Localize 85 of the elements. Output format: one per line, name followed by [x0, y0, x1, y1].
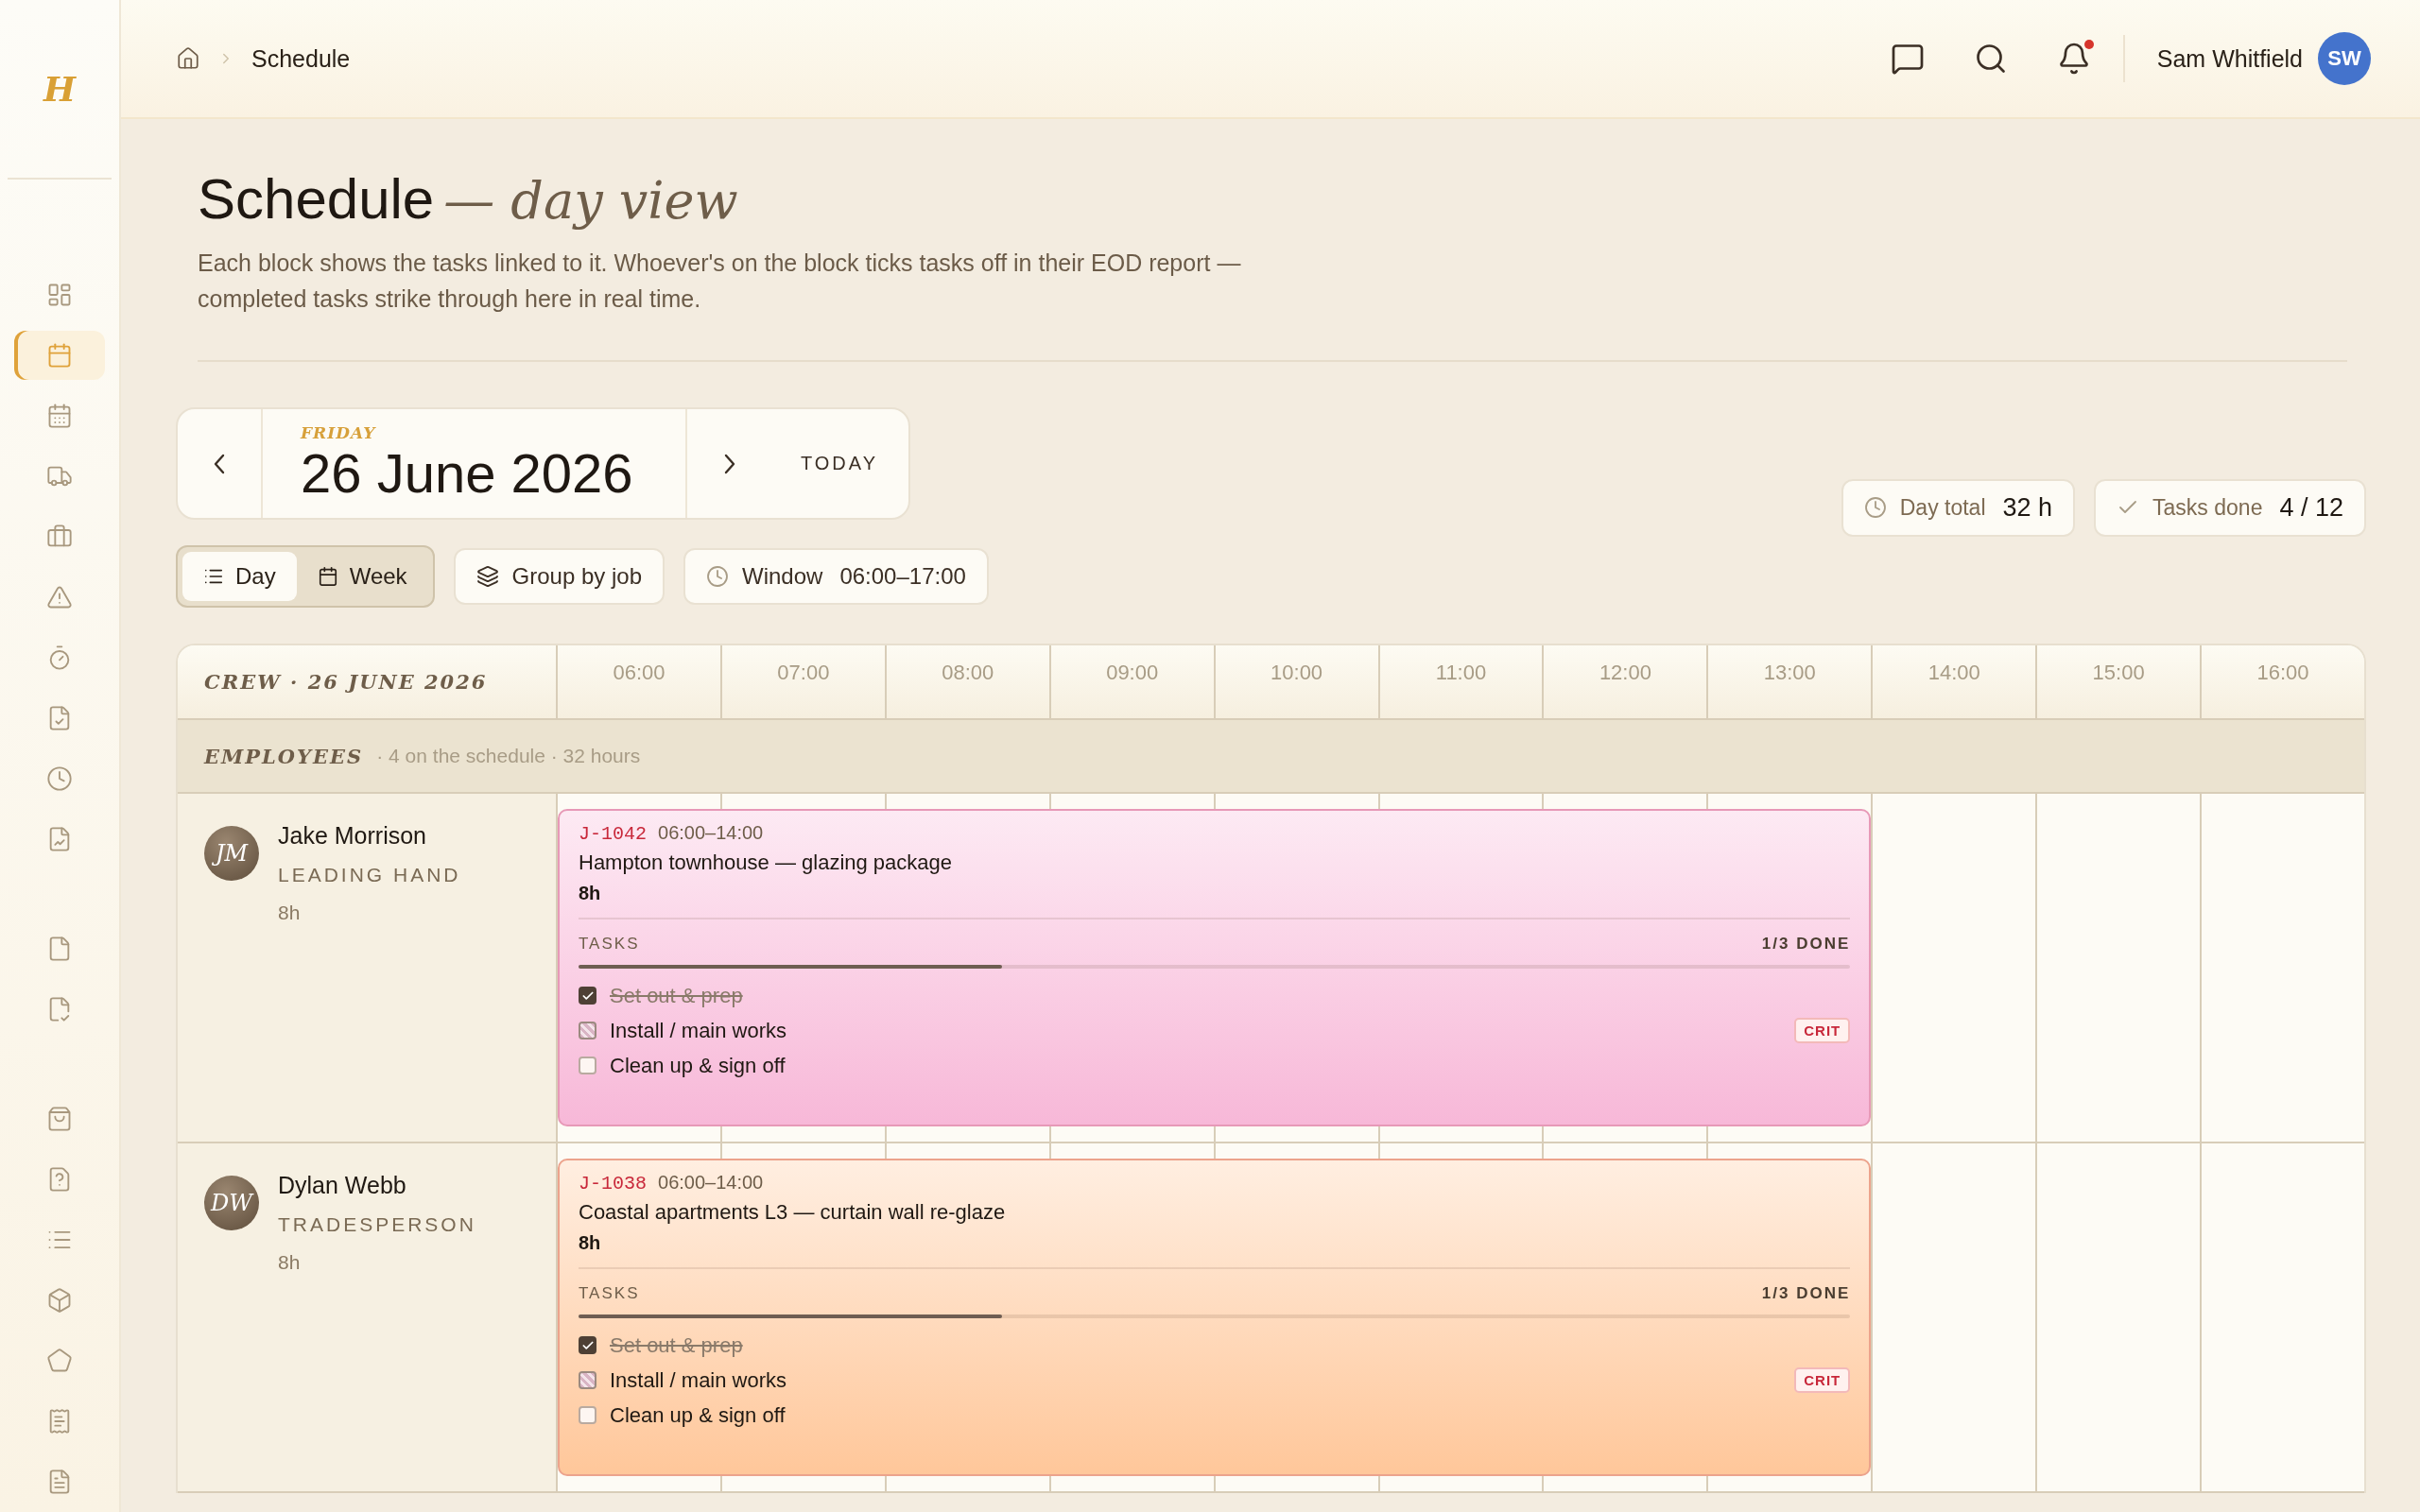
task-label: Clean up & sign off [610, 1402, 786, 1428]
job-hours: 8h [579, 883, 602, 904]
crew-avatar: JM [204, 826, 259, 881]
group-label: EMPLOYEES [204, 744, 364, 768]
weekday-label: FRIDAY [301, 422, 377, 442]
user-avatar[interactable]: SW [2318, 32, 2371, 85]
today-button[interactable]: TODAY [771, 409, 908, 518]
tasks-label: TASKS [579, 935, 640, 954]
job-id: J-1042 [579, 823, 647, 845]
task-checkbox[interactable] [579, 1022, 596, 1040]
hour-header: 10:00 [1213, 645, 1378, 718]
nav-icon [46, 1348, 73, 1374]
hour-header: 13:00 [1706, 645, 1872, 718]
crew-name: Dylan Webb [278, 1171, 407, 1200]
hour-header: 06:00 [556, 645, 720, 718]
group-summary: · 4 on the schedule · 32 hours [376, 745, 641, 767]
layers-icon [475, 565, 499, 588]
time-window-button[interactable]: Window 06:00–17:00 [683, 548, 989, 605]
hour-header: 15:00 [2035, 645, 2201, 718]
sidebar-item[interactable] [14, 331, 105, 380]
crew-role: LEADING HAND [278, 864, 461, 886]
job-time: 06:00–14:00 [658, 822, 764, 844]
task-label: Install / main works [610, 1018, 788, 1043]
nav-icon [46, 403, 73, 429]
crew-hours: 8h [278, 902, 302, 924]
user-name: Sam Whitfield [2156, 44, 2303, 73]
nav-icon [46, 282, 73, 308]
stat-value: 32 h [2002, 492, 2053, 523]
job-title: Coastal apartments L3 — curtain wall re-glaze [579, 1200, 1007, 1225]
job-time: 06:00–14:00 [658, 1172, 764, 1194]
breadcrumb-current: Schedule [251, 44, 351, 73]
home-icon[interactable] [176, 46, 200, 71]
hour-header: 08:00 [884, 645, 1049, 718]
hour-header: 12:00 [1542, 645, 1707, 718]
stat-label: Tasks done [2152, 494, 2263, 521]
hour-header: 11:00 [1377, 645, 1543, 718]
messages-button[interactable] [1890, 42, 1925, 76]
task-label: Set out & prep [610, 1332, 744, 1358]
task-label: Install / main works [610, 1367, 788, 1393]
task-checkbox[interactable] [579, 1057, 596, 1074]
nav-icon [46, 342, 73, 369]
hour-header: 16:00 [2200, 645, 2364, 718]
hour-header: 14:00 [1871, 645, 2036, 718]
job-block[interactable]: J-1038 06:00–14:00 Coastal apartments L3 — curtain wall re-glaze 8h TASKS 1/3 DONE Set out & prep Install / main works CRIT Clean up & sign off [558, 1159, 1872, 1476]
crew-name: Jake Morrison [278, 821, 427, 850]
tasks-label: TASKS [579, 1284, 640, 1303]
crew-avatar: DW [204, 1176, 259, 1230]
task-checkbox[interactable] [579, 1336, 596, 1354]
tasks-progress-label: 1/3 DONE [1761, 935, 1851, 954]
crew-role: TRADESPERSON [278, 1213, 476, 1236]
task-checkbox[interactable] [579, 1371, 596, 1389]
task-checkbox[interactable] [579, 987, 596, 1005]
job-id: J-1038 [579, 1173, 647, 1194]
stat-value: 4 / 12 [2279, 492, 2343, 523]
page-title: Schedule [198, 166, 435, 232]
job-hours: 8h [579, 1232, 602, 1254]
view-tab[interactable]: Day [182, 552, 297, 601]
view-tab[interactable]: Week [296, 552, 428, 601]
clock-icon [1863, 496, 1887, 519]
job-title: Hampton townhouse — glazing package [579, 850, 954, 875]
job-block[interactable]: J-1042 06:00–14:00 Hampton townhouse — glazing package 8h TASKS 1/3 DONE Set out & prep Install / main works CRIT Clean up & sign off [558, 809, 1872, 1126]
hour-header: 07:00 [719, 645, 885, 718]
task-label: Clean up & sign off [610, 1053, 786, 1078]
clock-icon [706, 565, 730, 588]
task-checkbox[interactable] [579, 1406, 596, 1424]
critical-tag: CRIT [1794, 1367, 1851, 1393]
tasks-progress-label: 1/3 DONE [1761, 1284, 1851, 1303]
chevron-right-icon [723, 453, 735, 474]
critical-tag: CRIT [1794, 1018, 1851, 1043]
nav-icon [46, 1106, 73, 1132]
calendar-icon [317, 566, 338, 587]
logo: H [8, 0, 112, 180]
chevron-left-icon [214, 453, 225, 474]
nav-icon [46, 765, 73, 792]
page-subtitle: — day view [443, 171, 738, 231]
crew-header: CREW · 26 JUNE 2026 [203, 669, 489, 696]
group-by-job-button[interactable]: Group by job [453, 548, 666, 605]
nav-icon [46, 1287, 73, 1314]
page-description: Each block shows the tasks linked to it. Whoever's on the block ticks tasks off in their EOD report — completed tasks strike through here in real time. [198, 249, 1242, 314]
hour-header: 09:00 [1048, 645, 1214, 718]
stat-label: Day total [1899, 494, 1986, 521]
nav-icon [46, 584, 73, 610]
task-label: Set out & prep [610, 983, 744, 1008]
crew-hours: 8h [278, 1251, 302, 1274]
current-date: 26 June 2026 [301, 441, 634, 505]
